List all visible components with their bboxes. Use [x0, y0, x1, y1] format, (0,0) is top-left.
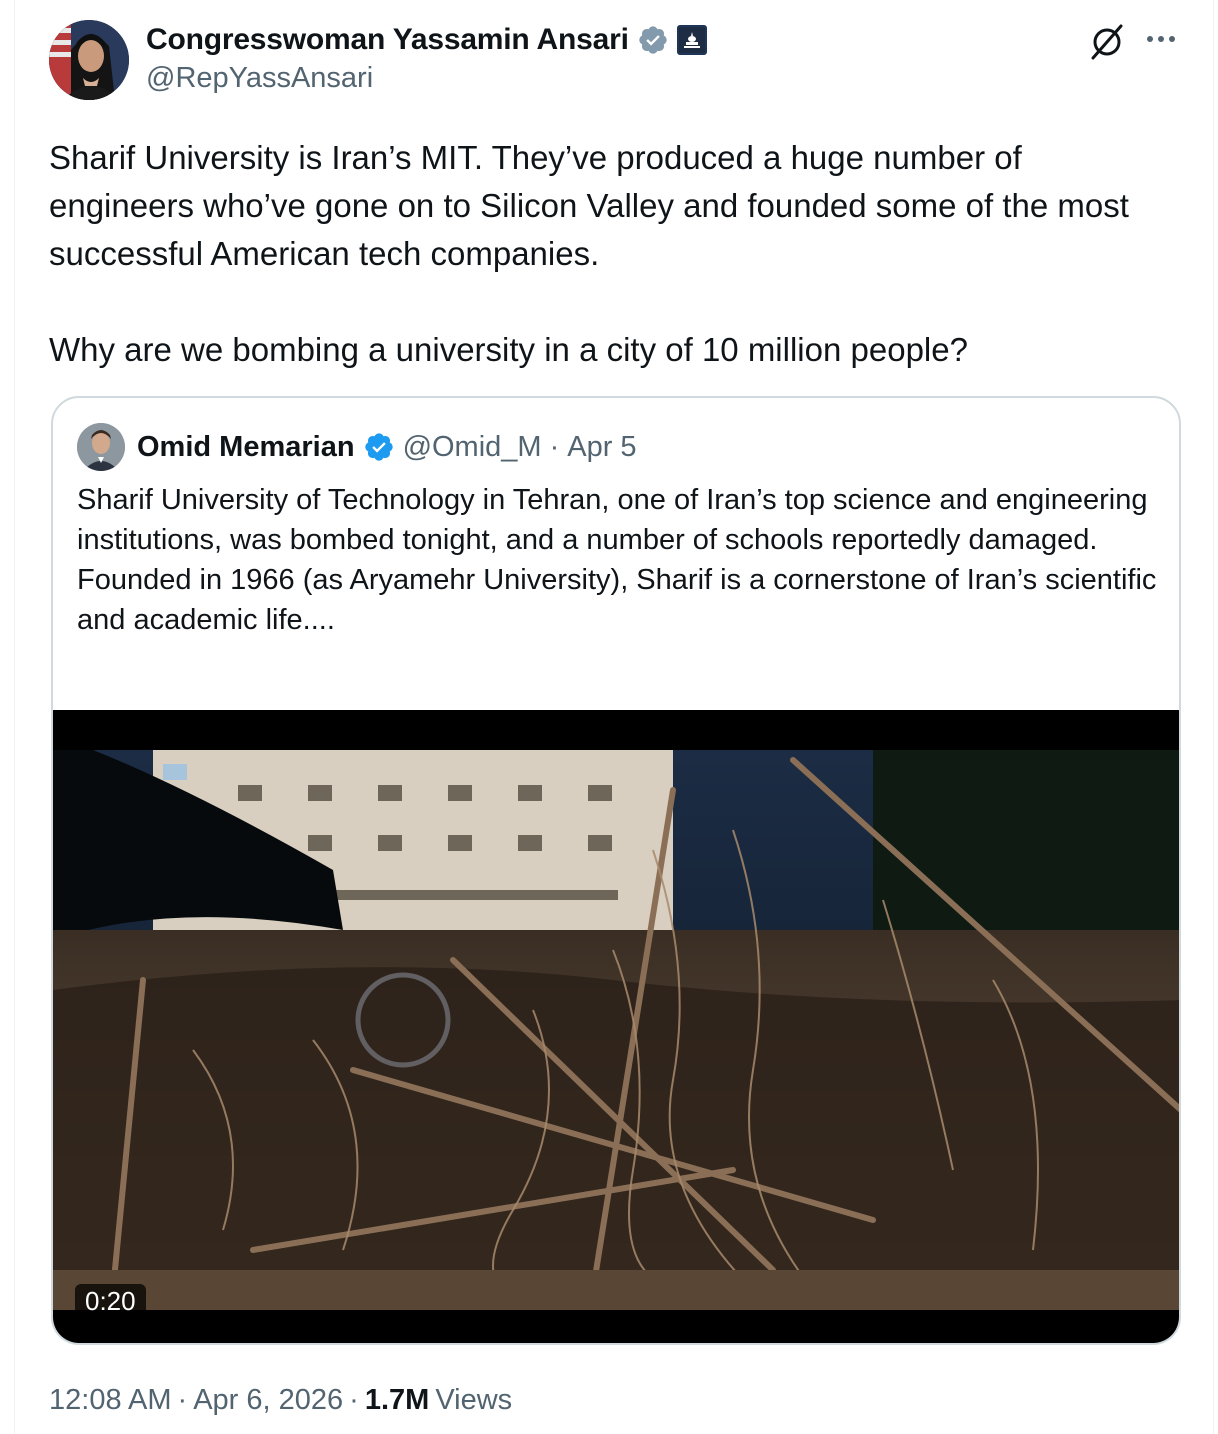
quoted-author-handle[interactable]: @Omid_M — [403, 431, 542, 464]
quoted-author-avatar[interactable] — [77, 423, 125, 471]
author-name-row: Congresswoman Yassamin Ansari — [146, 20, 707, 60]
tweet-paragraph: Why are we bombing a university in a cit… — [49, 331, 968, 368]
separator-dot: · — [349, 1383, 359, 1416]
separator-dot: · — [177, 1383, 188, 1416]
author-handle[interactable]: @RepYassAnsari — [146, 62, 373, 95]
views-count: 1.7M — [364, 1383, 430, 1416]
verified-badge-icon[interactable] — [637, 24, 669, 56]
video-player[interactable]: 0:20 — [53, 710, 1179, 1343]
quoted-tweet-text: Sharif University of Technology in Tehra… — [77, 480, 1167, 640]
quoted-tweet-line: Founded in 1966 (as Aryamehr University)… — [77, 564, 1157, 636]
capitol-affiliate-icon[interactable] — [676, 25, 707, 55]
more-icon[interactable] — [1143, 24, 1179, 60]
author-name[interactable]: Congresswoman Yassamin Ansari — [146, 23, 629, 57]
views-label: Views — [435, 1383, 513, 1416]
separator-dot: · — [549, 430, 560, 463]
video-thumbnail — [53, 750, 1179, 1310]
quoted-tweet-line: Sharif University of Technology in Tehra… — [77, 484, 1148, 556]
tweet-card: Congresswoman Yassamin Ansari @RepYassAn… — [14, 0, 1214, 1434]
quoted-author-name[interactable]: Omid Memarian — [137, 431, 355, 464]
tweet-date[interactable]: Apr 6, 2026 — [193, 1384, 343, 1417]
grok-icon[interactable] — [1087, 22, 1127, 62]
quoted-tweet[interactable]: Omid Memarian @Omid_M · Apr 5 Sharif Uni… — [51, 396, 1181, 1345]
tweet-metadata: 12:08 AM · Apr 6, 2026 · 1.7M Views — [49, 1380, 512, 1420]
verified-badge-icon[interactable] — [363, 431, 395, 463]
quoted-tweet-date[interactable]: Apr 5 — [567, 431, 636, 464]
tweet-time[interactable]: 12:08 AM — [49, 1384, 172, 1417]
author-avatar[interactable] — [49, 20, 129, 100]
tweet-text: Sharif University is Iran’s MIT. They’ve… — [49, 134, 1169, 374]
quoted-tweet-header: Omid Memarian @Omid_M · Apr 5 — [77, 422, 637, 472]
tweet-paragraph: Sharif University is Iran’s MIT. They’ve… — [49, 139, 1129, 272]
video-duration-badge: 0:20 — [75, 1284, 146, 1318]
